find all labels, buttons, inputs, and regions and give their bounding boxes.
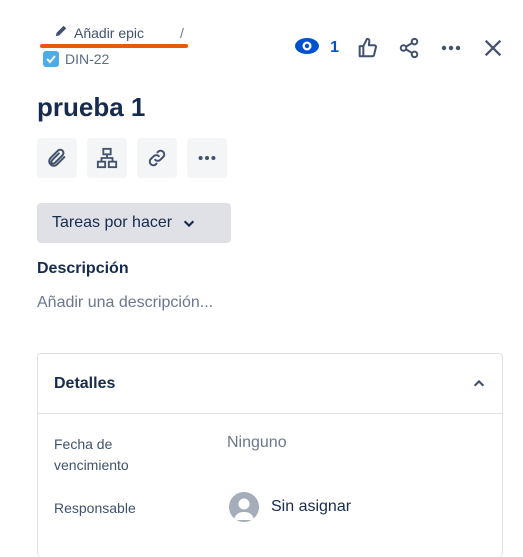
chevron-up-icon (473, 379, 485, 386)
more-toolbar-button[interactable] (187, 138, 227, 178)
share-button[interactable] (395, 34, 423, 62)
watch-button[interactable]: 1 (294, 37, 339, 60)
breadcrumb-separator: / (180, 25, 184, 41)
issue-key-link[interactable]: DIN-22 (43, 51, 109, 67)
avatar (229, 492, 259, 522)
issue-header: Añadir epic / DIN-22 1 (0, 0, 523, 80)
link-icon (148, 149, 166, 167)
chevron-down-icon (183, 220, 195, 228)
task-type-icon (43, 51, 59, 67)
issue-key: DIN-22 (65, 51, 110, 67)
more-actions-button[interactable] (437, 34, 465, 62)
pencil-icon (54, 24, 68, 41)
assignee-value: Sin asignar (271, 498, 352, 515)
add-epic-link[interactable]: Añadir epic (54, 24, 144, 41)
child-issue-button[interactable] (87, 138, 127, 178)
description-input[interactable]: Añadir una descripción... (37, 294, 213, 312)
header-actions: 1 (294, 34, 507, 62)
status-label: Tareas por hacer (52, 214, 173, 231)
hierarchy-icon (96, 147, 118, 169)
details-title: Detalles (54, 374, 116, 392)
assignee-label: Responsable (54, 500, 136, 516)
user-icon (234, 498, 254, 520)
attach-button[interactable] (37, 138, 77, 178)
more-icon (198, 155, 216, 161)
highlight-underline (40, 44, 188, 48)
link-issue-button[interactable] (137, 138, 177, 178)
close-button[interactable] (479, 34, 507, 62)
add-epic-label: Añadir epic (74, 24, 145, 41)
assignee-field[interactable]: Sin asignar (229, 492, 351, 522)
paperclip-icon (48, 148, 66, 167)
due-date-value[interactable]: Ninguno (227, 434, 287, 452)
description-heading: Descripción (37, 260, 129, 277)
due-date-label: Fecha de vencimiento (54, 434, 129, 476)
issue-toolbar (37, 138, 227, 178)
thumbs-up-icon (358, 37, 377, 58)
due-date-label-line1: Fecha de (54, 436, 113, 452)
close-icon (484, 39, 502, 57)
issue-title[interactable]: prueba 1 (37, 92, 145, 123)
details-panel: Detalles Fecha de vencimiento Ninguno Re… (37, 353, 503, 557)
eye-icon (294, 37, 320, 60)
due-date-label-line2: vencimiento (54, 457, 129, 473)
status-dropdown[interactable]: Tareas por hacer (37, 203, 231, 243)
more-icon (441, 45, 461, 51)
details-toggle[interactable]: Detalles (38, 354, 502, 414)
share-icon (399, 37, 419, 59)
like-button[interactable] (353, 34, 381, 62)
watch-count: 1 (330, 39, 339, 56)
